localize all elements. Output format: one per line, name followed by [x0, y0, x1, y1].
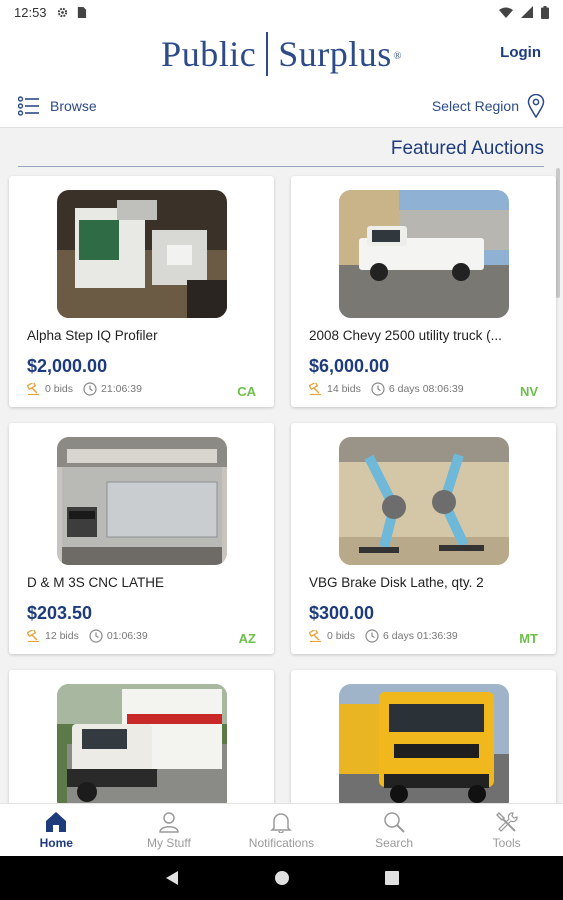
nav-notifications[interactable]: Notifications — [225, 804, 338, 856]
home-circle-icon[interactable] — [274, 870, 290, 886]
nav-home-label: Home — [39, 835, 73, 850]
logo-text-right: Surplus — [278, 34, 392, 74]
bid-gavel-icon — [309, 630, 321, 642]
bid-gavel-icon — [27, 383, 39, 395]
browse-button[interactable]: Browse — [18, 95, 97, 116]
auction-image-profiler — [57, 190, 227, 318]
nav-home[interactable]: Home — [0, 804, 113, 856]
location-pin-icon — [527, 93, 545, 118]
nav-search[interactable]: Search — [338, 804, 451, 856]
bid-gavel-icon — [27, 630, 39, 642]
auction-bids: 12 bids — [45, 630, 79, 642]
auction-price: $6,000.00 — [309, 356, 390, 376]
sim-card-icon — [77, 6, 86, 18]
bid-gavel-icon — [309, 383, 321, 395]
browse-bar: Browse Select Region — [0, 84, 563, 128]
auction-card[interactable]: Alpha Step IQ Profiler $2,000.00 0 bids … — [9, 176, 274, 407]
auction-price: $300.00 — [309, 603, 375, 623]
wifi-icon — [499, 7, 513, 18]
auction-meta: 0 bids 21:06:39 — [27, 382, 152, 396]
gear-icon — [57, 7, 67, 17]
auction-card[interactable] — [9, 670, 274, 803]
auction-image-ambulance — [57, 684, 227, 803]
nav-search-label: Search — [375, 835, 414, 850]
auction-state: MT — [519, 631, 538, 646]
auction-title: 2008 Chevy 2500 utility truck (... — [309, 328, 502, 343]
auction-meta: 14 bids 6 days 08:06:39 — [309, 382, 474, 396]
auction-price: $203.50 — [27, 603, 93, 623]
auction-bids: 0 bids — [45, 383, 74, 395]
bottom-navigation: Home My Stuff Notifications Search Tools — [0, 803, 563, 856]
list-icon — [18, 95, 39, 116]
status-bar: 12:53 — [0, 0, 563, 24]
auction-bids: 0 bids — [327, 630, 356, 642]
person-icon — [159, 811, 179, 833]
nav-notifications-label: Notifications — [248, 835, 315, 850]
clock-icon — [371, 382, 385, 396]
nav-tools-label: Tools — [492, 835, 521, 850]
auction-time-left: 01:06:39 — [106, 630, 148, 642]
featured-auctions-heading: Featured Auctions — [390, 138, 544, 159]
clock-icon — [89, 629, 103, 643]
clock-icon — [365, 629, 379, 643]
signal-icon — [521, 6, 533, 18]
battery-icon — [541, 5, 549, 19]
auction-time-left: 6 days 08:06:39 — [388, 383, 464, 395]
auction-card[interactable] — [291, 670, 556, 803]
logo-divider — [266, 32, 269, 76]
auction-meta: 0 bids 6 days 01:36:39 — [309, 629, 468, 643]
auction-bids: 14 bids — [327, 383, 361, 395]
app-header: Public Surplus ® Login — [0, 24, 563, 84]
auction-time-left: 6 days 01:36:39 — [383, 630, 458, 642]
auction-time-left: 21:06:39 — [101, 383, 142, 395]
system-navigation-bar — [0, 856, 563, 900]
auction-title: D & M 3S CNC LATHE — [27, 575, 165, 590]
public-surplus-logo: Public Surplus ® — [161, 32, 402, 76]
auction-image-school-bus — [339, 684, 509, 803]
select-region-label: Select Region — [431, 97, 519, 114]
nav-tools[interactable]: Tools — [450, 804, 563, 856]
heading-divider — [18, 166, 544, 167]
nav-my-stuff[interactable]: My Stuff — [113, 804, 226, 856]
auction-meta: 12 bids 01:06:39 — [27, 629, 158, 643]
logo-text-left: Public — [161, 34, 257, 74]
select-region-button[interactable]: Select Region — [431, 93, 545, 118]
logo-registered: ® — [393, 51, 402, 62]
auction-price: $2,000.00 — [27, 356, 108, 376]
auction-title: Alpha Step IQ Profiler — [27, 328, 158, 343]
bell-icon — [270, 812, 293, 833]
status-time: 12:53 — [14, 4, 47, 20]
recents-icon[interactable] — [384, 871, 399, 885]
auction-state: CA — [237, 384, 256, 399]
clock-icon — [83, 382, 97, 396]
login-button[interactable]: Login — [500, 44, 541, 61]
auction-state: AZ — [238, 631, 256, 646]
auction-card[interactable]: D & M 3S CNC LATHE $203.50 12 bids 01:06… — [9, 423, 274, 654]
auction-state: NV — [519, 384, 538, 399]
home-icon — [46, 811, 67, 832]
auction-image-cnc-lathe — [57, 437, 227, 565]
back-icon[interactable] — [165, 870, 179, 886]
auction-image-brake-lathe — [339, 437, 509, 565]
auction-card[interactable]: VBG Brake Disk Lathe, qty. 2 $300.00 0 b… — [291, 423, 556, 654]
auction-card[interactable]: 2008 Chevy 2500 utility truck (... $6,00… — [291, 176, 556, 407]
auction-feed[interactable]: Featured Auctions Alpha Step IQ Profiler… — [0, 128, 563, 803]
nav-my-stuff-label: My Stuff — [146, 835, 191, 850]
auction-image-truck — [339, 190, 509, 318]
browse-label: Browse — [50, 97, 97, 114]
auction-title: VBG Brake Disk Lathe, qty. 2 — [309, 575, 484, 590]
tools-icon — [495, 811, 518, 832]
scrollbar[interactable] — [556, 168, 560, 298]
search-icon — [384, 811, 405, 833]
